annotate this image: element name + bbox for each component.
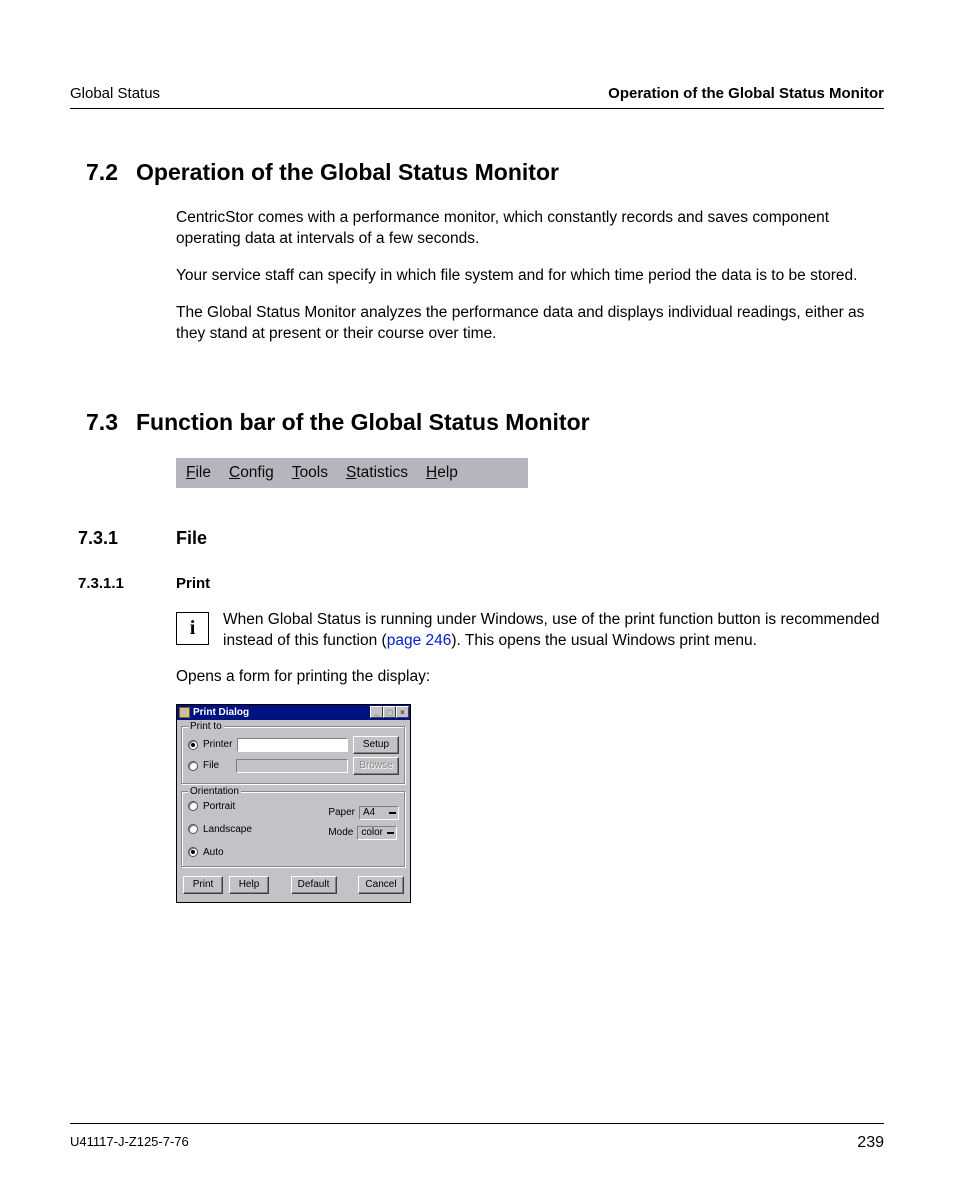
cancel-button[interactable]: Cancel (358, 876, 404, 894)
menu-statistics[interactable]: Statistics (346, 464, 408, 482)
info-icon: i (176, 612, 209, 645)
paragraph: Opens a form for printing the display: (176, 667, 884, 688)
minimize-button[interactable]: _ (370, 706, 383, 718)
section-7-3-1-heading: 7.3.1 File (70, 528, 884, 549)
group-orientation: Orientation Portrait Landscape Auto (181, 791, 406, 868)
default-button[interactable]: Default (291, 876, 337, 894)
group-label: Print to (188, 721, 224, 732)
subsection-title: File (176, 528, 207, 549)
footer-doc-id: U41117-J-Z125-7-76 (70, 1134, 189, 1152)
page-ref-link[interactable]: page 246 (387, 632, 452, 649)
radio-auto-label: Auto (203, 847, 224, 858)
mode-label: Mode (328, 827, 353, 838)
radio-printer[interactable] (188, 740, 198, 750)
file-path-input[interactable] (236, 759, 348, 773)
radio-landscape[interactable] (188, 824, 198, 834)
radio-portrait-label: Portrait (203, 801, 235, 812)
section-7-2-heading: 7.2 Operation of the Global Status Monit… (70, 159, 884, 186)
paragraph: CentricStor comes with a performance mon… (176, 208, 884, 250)
section-number: 7.2 (70, 159, 118, 186)
footer-page-number: 239 (857, 1134, 884, 1152)
section-title: Function bar of the Global Status Monito… (136, 409, 590, 436)
paragraph: The Global Status Monitor analyzes the p… (176, 303, 884, 345)
paragraph: Your service staff can specify in which … (176, 266, 884, 287)
subsection-number: 7.3.1 (70, 528, 158, 549)
print-dialog: Print Dialog _ ▢ × Print to Printer Setu… (176, 704, 411, 903)
menu-config[interactable]: Config (229, 464, 274, 482)
chevron-down-icon (387, 832, 394, 834)
dialog-titlebar: Print Dialog _ ▢ × (177, 705, 410, 720)
group-print-to: Print to Printer Setup File Browse (181, 726, 406, 785)
section-title: Operation of the Global Status Monitor (136, 159, 559, 186)
paper-label: Paper (328, 807, 355, 818)
dialog-title: Print Dialog (193, 707, 249, 718)
mode-select[interactable]: color (357, 826, 397, 840)
radio-printer-label: Printer (203, 739, 232, 750)
menu-tools[interactable]: Tools (292, 464, 328, 482)
radio-auto[interactable] (188, 847, 198, 857)
help-button[interactable]: Help (229, 876, 269, 894)
section-number: 7.3 (70, 409, 118, 436)
group-label: Orientation (188, 786, 241, 797)
radio-portrait[interactable] (188, 801, 198, 811)
close-button[interactable]: × (396, 706, 409, 718)
menu-help[interactable]: Help (426, 464, 458, 482)
maximize-button: ▢ (383, 706, 396, 718)
app-icon (179, 707, 190, 718)
subsubsection-number: 7.3.1.1 (70, 575, 158, 592)
print-button[interactable]: Print (183, 876, 223, 894)
header-right: Operation of the Global Status Monitor (608, 85, 884, 102)
menubar-figure: File Config Tools Statistics Help (176, 458, 528, 488)
note-text: When Global Status is running under Wind… (223, 610, 884, 652)
section-7-3-1-1-heading: 7.3.1.1 Print (70, 575, 884, 592)
paper-select[interactable]: A4 (359, 806, 399, 820)
setup-button[interactable]: Setup (353, 736, 399, 754)
radio-landscape-label: Landscape (203, 824, 252, 835)
printer-name-input[interactable] (237, 738, 348, 752)
radio-file[interactable] (188, 761, 198, 771)
page-footer: U41117-J-Z125-7-76 239 (70, 1123, 884, 1152)
subsubsection-title: Print (176, 575, 210, 592)
info-note: i When Global Status is running under Wi… (176, 610, 884, 652)
section-7-3-heading: 7.3 Function bar of the Global Status Mo… (70, 409, 884, 436)
radio-file-label: File (203, 760, 231, 771)
browse-button: Browse (353, 757, 399, 775)
page-header: Global Status Operation of the Global St… (70, 85, 884, 109)
chevron-down-icon (389, 812, 396, 814)
menu-file[interactable]: File (186, 464, 211, 482)
header-left: Global Status (70, 85, 160, 102)
